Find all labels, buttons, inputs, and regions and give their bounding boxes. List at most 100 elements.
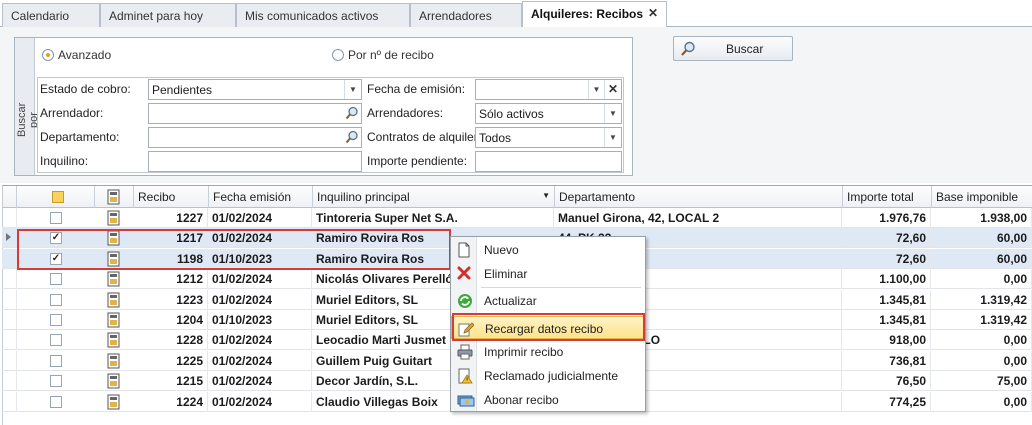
radio-advanced-label: Avanzado [58,48,112,62]
chevron-down-icon[interactable]: ▼ [604,128,621,147]
clear-icon[interactable]: ✕ [604,80,621,99]
radio-receipt-label: Por nº de recibo [348,48,434,62]
importe-pendiente-field[interactable] [475,151,622,172]
estado-cobro-select[interactable]: Pendientes ▼ [148,79,362,100]
menu-item-eliminar[interactable]: Eliminar [451,262,645,285]
tab-mis-comunicados[interactable]: Mis comunicados activos [236,3,410,27]
highlight-menu-item [452,313,645,341]
row-checkbox[interactable] [50,212,62,224]
header-base-imponible[interactable]: Base imponible [932,186,1032,208]
cell-inquilino: Tintoreria Super Net S.A. [312,208,554,228]
delete-icon [457,266,471,280]
menu-label: Eliminar [484,267,528,281]
contratos-alquiler-value: Todos [479,131,512,145]
cell-importe: 1.345,81 [842,290,931,310]
header-select-all[interactable] [17,186,95,208]
row-checkbox[interactable] [50,294,62,306]
search-panel-sidebar: Buscar por [15,38,40,175]
row-checkbox[interactable] [50,314,62,326]
cell-fecha: 01/02/2024 [208,392,312,412]
sort-down-icon[interactable]: ▼ [542,191,550,200]
radio-advanced[interactable]: Avanzado [42,48,111,62]
row-indicator-cell [16,371,17,391]
document-icon [107,271,120,287]
menu-item-reclamado-judicialmente[interactable]: Reclamado judicialmente [451,364,645,387]
cell-recibo: 1225 [133,351,208,371]
estado-cobro-value: Pendientes [152,83,213,97]
document-icon [107,189,120,205]
row-checkbox[interactable] [50,334,62,346]
refresh-icon [458,294,472,308]
search-icon[interactable] [345,130,359,144]
header-departamento[interactable]: Departamento [555,186,843,208]
menu-label: Actualizar [484,294,537,308]
row-indicator-cell [16,351,17,371]
cell-fecha: 01/02/2024 [208,351,312,371]
select-all-checkbox[interactable] [52,191,64,203]
tab-alquileres-recibos[interactable]: Alquileres: Recibos ✕ [522,1,667,28]
table-row[interactable]: 1227 01/02/2024 Tintoreria Super Net S.A. M… [2,208,1032,228]
radio-by-receipt[interactable]: Por nº de recibo [332,48,434,62]
chevron-down-icon[interactable]: ▼ [344,80,361,99]
menu-item-actualizar[interactable]: Actualizar [451,289,645,312]
cell-base: 1.938,00 [931,208,1032,228]
document-icon [107,332,120,348]
cell-base: 0,00 [931,351,1032,371]
cell-recibo: 1224 [133,392,208,412]
tab-arrendadores[interactable]: Arrendadores [410,3,522,27]
tab-calendario[interactable]: Calendario [2,3,100,27]
cell-recibo: 1223 [133,290,208,310]
cell-importe: 76,50 [842,371,931,391]
cell-base: 60,00 [931,228,1032,248]
row-indicator-cell [16,290,17,310]
search-button[interactable]: Buscar [673,36,793,61]
cell-fecha: 01/02/2024 [208,371,312,391]
tab-label: Mis comunicados activos [245,9,379,23]
contratos-alquiler-select[interactable]: Todos ▼ [475,127,622,148]
menu-item-imprimir-recibo[interactable]: Imprimir recibo [451,340,645,363]
chevron-down-icon[interactable]: ▼ [604,104,621,123]
cell-recibo: 1215 [133,371,208,391]
header-recibo[interactable]: Recibo [134,186,209,208]
arrendador-field[interactable] [148,103,362,124]
header-indicator [3,186,17,208]
cell-recibo: 1204 [133,310,208,330]
tab-adminet-para-hoy[interactable]: Adminet para hoy [100,3,236,27]
grid-header: Recibo Fecha emisión Inquilino principal… [3,186,1032,208]
fecha-emision-field[interactable]: ▼ ✕ [475,79,622,100]
header-importe-total[interactable]: Importe total [843,186,932,208]
header-fecha-emision[interactable]: Fecha emisión [209,186,313,208]
search-icon [681,41,695,56]
search-icon[interactable] [345,106,359,120]
inquilino-field[interactable] [148,151,362,172]
header-inquilino-principal[interactable]: Inquilino principal ▼ [313,186,555,208]
radio-unselected-icon [332,49,344,61]
menu-label: Nuevo [484,243,519,257]
row-checkbox[interactable] [50,355,62,367]
fecha-emision-label: Fecha de emisión: [367,82,466,96]
departamento-field[interactable] [148,127,362,148]
inquilino-label: Inquilino: [40,154,89,168]
header-inquilino-label: Inquilino principal [317,190,410,204]
menu-separator [481,287,641,288]
row-checkbox[interactable] [50,375,62,387]
chevron-down-icon[interactable]: ▼ [588,80,604,99]
menu-item-nuevo[interactable]: Nuevo [451,238,645,261]
menu-label: Abonar recibo [484,393,559,407]
menu-label: Reclamado judicialmente [484,369,619,383]
search-button-label: Buscar [726,42,764,56]
cell-base: 1.319,42 [931,310,1032,330]
highlight-checked-rows [17,229,451,270]
cell-importe: 1.345,81 [842,310,931,330]
new-document-icon [458,242,470,258]
close-icon[interactable]: ✕ [648,6,658,20]
menu-item-abonar-recibo[interactable]: Abonar recibo [451,388,645,411]
cell-importe: 72,60 [842,249,931,269]
document-icon [107,394,120,410]
cell-base: 1.319,42 [931,290,1032,310]
row-checkbox[interactable] [50,273,62,285]
cell-fecha: 01/02/2024 [208,269,312,289]
row-checkbox[interactable] [50,396,62,408]
arrendadores-select[interactable]: Sólo activos ▼ [475,103,622,124]
cell-fecha: 01/10/2023 [208,310,312,330]
